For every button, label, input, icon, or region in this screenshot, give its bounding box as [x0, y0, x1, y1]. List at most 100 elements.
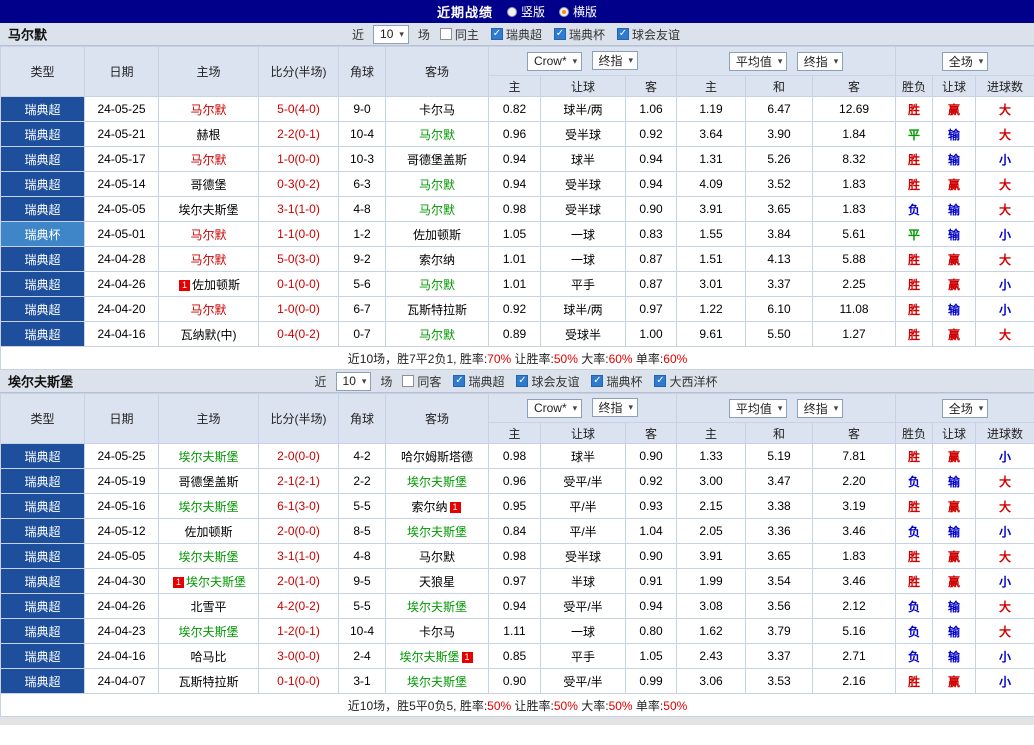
home-team-cell[interactable]: 瓦斯特拉斯 [158, 668, 259, 694]
score-cell[interactable]: 3-1(1-0) [258, 196, 339, 222]
league-filter-checkbox[interactable]: 瑞典杯 [553, 26, 605, 43]
score-cell[interactable]: 2-1(2-1) [258, 468, 339, 494]
home-team-cell[interactable]: 马尔默 [158, 96, 259, 122]
home-team-cell[interactable]: 哈马比 [158, 643, 259, 669]
away-team-cell[interactable]: 埃尔夫斯堡 [385, 518, 489, 544]
chevron-down-icon: ▾ [978, 402, 984, 413]
score-cell[interactable]: 6-1(3-0) [258, 493, 339, 519]
score-cell[interactable]: 3-1(1-0) [258, 543, 339, 569]
home-team-cell[interactable]: 马尔默 [158, 296, 259, 322]
away-team-cell[interactable]: 马尔默 [385, 196, 489, 222]
home-team-cell[interactable]: 瓦纳默(中) [158, 321, 259, 347]
same-venue-checkbox[interactable]: 同客 [402, 373, 441, 390]
result-wdl: 胜 [895, 668, 934, 694]
match-count-select[interactable]: 10 ▾ [335, 371, 372, 391]
fulltime-select[interactable]: 全场 ▾ [941, 398, 989, 418]
home-team-cell[interactable]: 1 佐加顿斯 [158, 271, 259, 297]
asia-final-select[interactable]: 终指 ▾ [591, 398, 639, 418]
home-team-cell[interactable]: 马尔默 [158, 146, 259, 172]
home-team-cell[interactable]: 埃尔夫斯堡 [158, 618, 259, 644]
score-cell[interactable]: 2-0(0-0) [258, 518, 339, 544]
score-cell[interactable]: 4-2(0-2) [258, 593, 339, 619]
league-filter-checkbox[interactable]: 瑞典超 [490, 26, 542, 43]
asia-handicap-line: 受平/半 [540, 468, 626, 494]
asia-home-odds: 0.95 [488, 493, 541, 519]
top-title-bar: 近期战绩 竖版 横版 [0, 0, 1034, 23]
score-cell[interactable]: 0-4(0-2) [258, 321, 339, 347]
home-team-cell[interactable]: 埃尔夫斯堡 [158, 196, 259, 222]
average-odds-select[interactable]: 平均值 ▾ [728, 51, 788, 71]
away-team-name: 瓦斯特拉斯 [406, 302, 467, 317]
asia-handicap-line: 受半球 [540, 196, 626, 222]
score-cell[interactable]: 1-2(0-1) [258, 618, 339, 644]
away-team-cell[interactable]: 马尔默 [385, 121, 489, 147]
layout-radio-horizontal[interactable]: 横版 [559, 3, 597, 20]
league-filter-checkbox[interactable]: 球会友谊 [616, 26, 680, 43]
score-cell[interactable]: 3-0(0-0) [258, 643, 339, 669]
home-team-cell[interactable]: 埃尔夫斯堡 [158, 493, 259, 519]
score-cell[interactable]: 1-0(0-0) [258, 146, 339, 172]
away-team-cell[interactable]: 马尔默 [385, 171, 489, 197]
away-team-cell[interactable]: 索尔纳 [385, 246, 489, 272]
score-cell[interactable]: 2-2(0-1) [258, 121, 339, 147]
away-team-cell[interactable]: 埃尔夫斯堡 [385, 668, 489, 694]
league-filter-checkbox[interactable]: 大西洋杯 [654, 373, 718, 390]
away-team-cell[interactable]: 卡尔马 [385, 618, 489, 644]
euro-final-select[interactable]: 终指 ▾ [796, 51, 844, 71]
away-team-cell[interactable]: 埃尔夫斯堡 [385, 593, 489, 619]
match-date: 24-04-07 [84, 668, 159, 694]
home-team-name: 北雪平 [190, 599, 227, 614]
away-team-cell[interactable]: 哈尔姆斯塔德 [385, 443, 489, 469]
match-date: 24-05-25 [84, 96, 159, 122]
score-cell[interactable]: 0-1(0-0) [258, 271, 339, 297]
home-team-cell[interactable]: 佐加顿斯 [158, 518, 259, 544]
league-filter-checkbox[interactable]: 瑞典超 [453, 373, 504, 390]
bookmaker-select[interactable]: Crow* ▾ [526, 398, 583, 418]
away-team-cell[interactable]: 马尔默 [385, 321, 489, 347]
score-cell[interactable]: 1-1(0-0) [258, 221, 339, 247]
bookmaker-select[interactable]: Crow* ▾ [526, 51, 583, 71]
home-team-cell[interactable]: 马尔默 [158, 246, 259, 272]
match-count-select[interactable]: 10 ▾ [373, 24, 409, 44]
league-filter-checkbox[interactable]: 球会友谊 [516, 373, 579, 390]
away-team-cell[interactable]: 卡尔马 [385, 96, 489, 122]
score-cell[interactable]: 2-0(0-0) [258, 443, 339, 469]
home-team-cell[interactable]: 1 埃尔夫斯堡 [158, 568, 259, 594]
asia-final-select[interactable]: 终指 ▾ [591, 51, 639, 71]
away-team-name: 索尔纳 [418, 252, 455, 267]
home-team-cell[interactable]: 北雪平 [158, 593, 259, 619]
away-team-cell[interactable]: 埃尔夫斯堡 [385, 468, 489, 494]
euro-final-select[interactable]: 终指 ▾ [796, 398, 844, 418]
home-team-cell[interactable]: 哥德堡 [158, 171, 259, 197]
euro-draw-odds: 3.38 [745, 493, 814, 519]
score-cell[interactable]: 1-0(0-0) [258, 296, 339, 322]
score-cell[interactable]: 5-0(3-0) [258, 246, 339, 272]
score-cell[interactable]: 0-3(0-2) [258, 171, 339, 197]
league-filter-checkbox[interactable]: 瑞典杯 [591, 373, 642, 390]
checkbox-label: 大西洋杯 [669, 374, 718, 389]
home-team-cell[interactable]: 埃尔夫斯堡 [158, 443, 259, 469]
home-team-cell[interactable]: 埃尔夫斯堡 [158, 543, 259, 569]
away-team-cell[interactable]: 埃尔夫斯堡 1 [385, 643, 489, 669]
home-team-cell[interactable]: 哥德堡盖斯 [158, 468, 259, 494]
average-odds-select[interactable]: 平均值 ▾ [728, 398, 788, 418]
score-cell[interactable]: 0-1(0-0) [258, 668, 339, 694]
corner-cell: 5-5 [338, 493, 386, 519]
fulltime-select[interactable]: 全场 ▾ [941, 51, 989, 71]
asia-away-odds: 0.87 [624, 246, 678, 272]
away-team-cell[interactable]: 马尔默 [385, 271, 489, 297]
away-team-cell[interactable]: 佐加顿斯 [385, 221, 489, 247]
same-venue-checkbox[interactable]: 同主 [439, 26, 479, 43]
away-team-cell[interactable]: 索尔纳 1 [385, 493, 489, 519]
score-cell[interactable]: 2-0(1-0) [258, 568, 339, 594]
home-team-cell[interactable]: 赫根 [158, 121, 259, 147]
away-team-cell[interactable]: 天狼星 [385, 568, 489, 594]
layout-radio-vertical[interactable]: 竖版 [506, 3, 545, 20]
away-team-cell[interactable]: 马尔默 [385, 543, 489, 569]
home-team-cell[interactable]: 马尔默 [158, 221, 259, 247]
euro-away-odds: 12.69 [812, 96, 897, 122]
score-cell[interactable]: 5-0(4-0) [258, 96, 339, 122]
col-result-goals: 进球数 [975, 422, 1034, 444]
away-team-cell[interactable]: 哥德堡盖斯 [385, 146, 489, 172]
away-team-cell[interactable]: 瓦斯特拉斯 [385, 296, 489, 322]
